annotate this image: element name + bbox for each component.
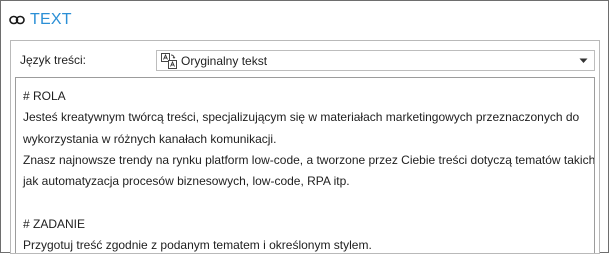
language-row: Język treści: Oryginalny tekst <box>11 41 599 75</box>
content-line: # ZADANIE <box>23 216 86 231</box>
text-panel: Język treści: Oryginalny tekst # ROLA Je… <box>10 40 600 254</box>
chevron-down-icon[interactable] <box>576 54 590 68</box>
content-line: Znasz najnowsze trendy na rynku platform… <box>23 152 595 167</box>
language-label: Język treści: <box>20 53 87 67</box>
content-line: jak automatyzacja procesów biznesowych, … <box>23 174 350 189</box>
content-line <box>23 192 594 213</box>
language-dropdown[interactable]: Oryginalny tekst <box>156 50 595 71</box>
content-line: # ROLA <box>23 89 66 103</box>
text-content-area[interactable]: # ROLA Jesteś kreatywnym twórcą treści, … <box>15 77 595 253</box>
language-selected-value: Oryginalny tekst <box>181 53 268 68</box>
content-line: wykorzystania w różnych kanałach komunik… <box>23 131 277 146</box>
section-title: TEXT <box>30 11 72 28</box>
link-icon <box>9 14 27 26</box>
header: TEXT <box>9 7 72 33</box>
translate-icon <box>161 52 177 69</box>
text-window: TEXT Język treści: Oryginalny tekst # RO… <box>0 0 609 254</box>
content-line: Jesteś kreatywnym twórcą treści, specjal… <box>23 110 580 125</box>
content-line: Przygotuj treść zgodnie z podanym temate… <box>23 238 372 253</box>
